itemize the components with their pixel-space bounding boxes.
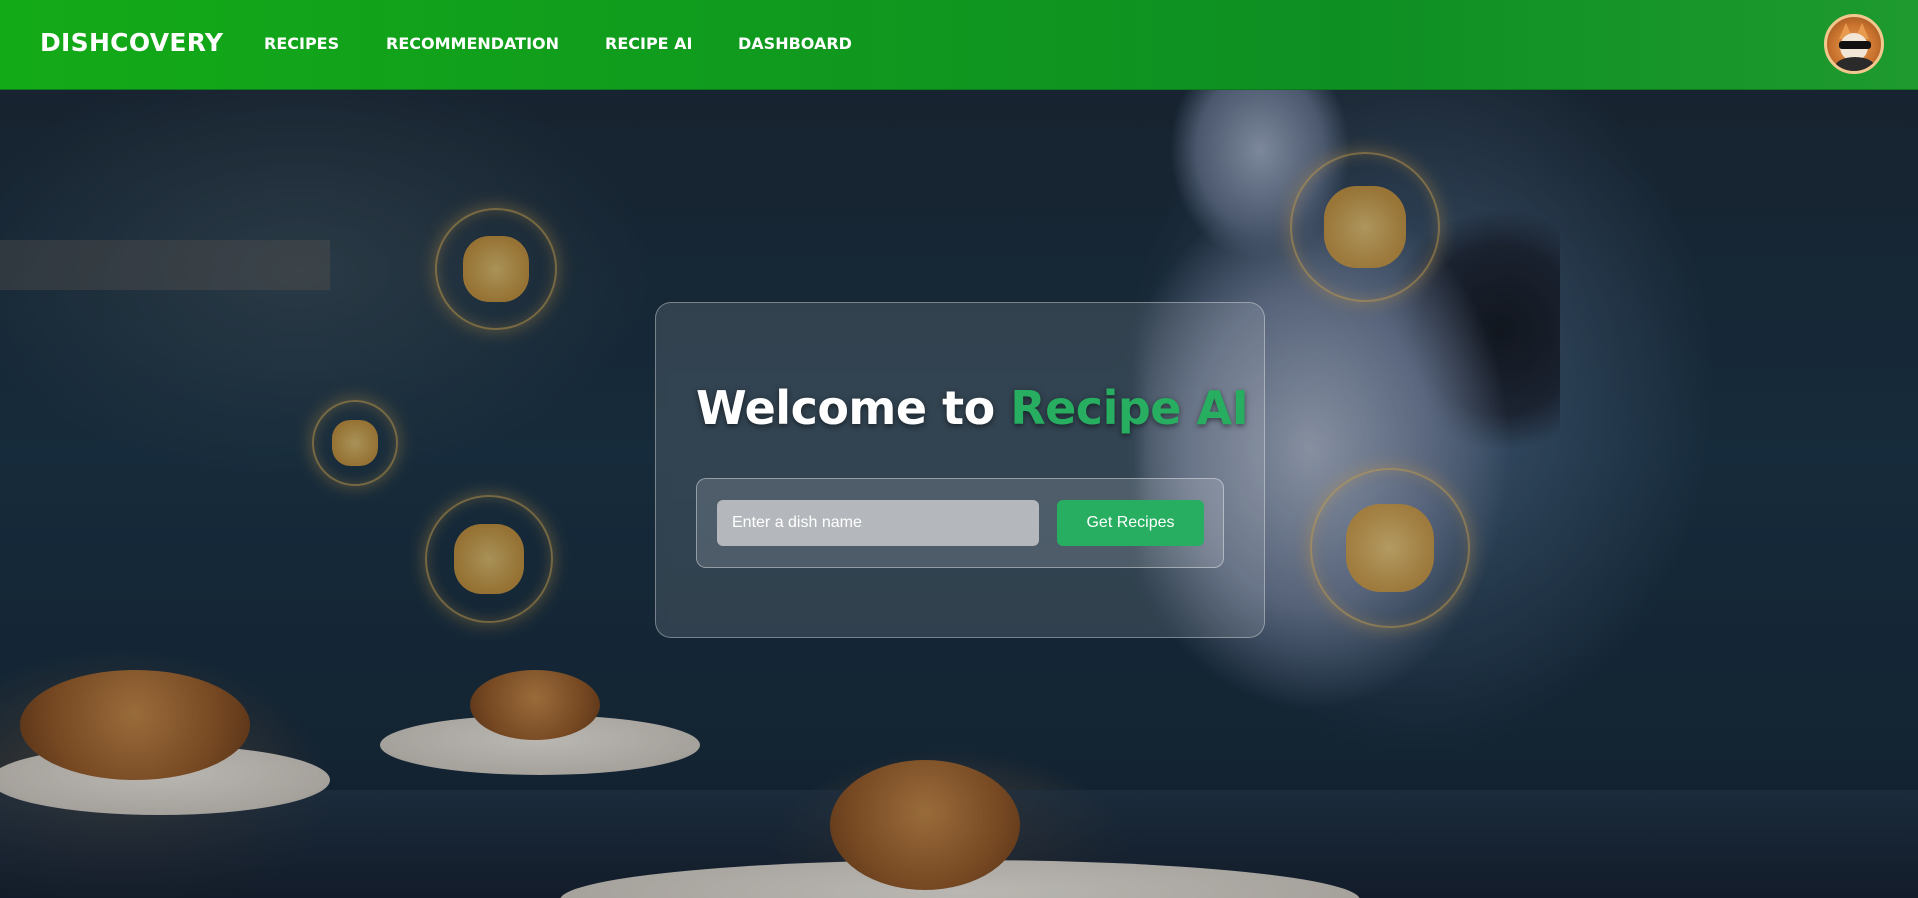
avatar-sunglasses — [1839, 41, 1871, 49]
get-recipes-button[interactable]: Get Recipes — [1057, 500, 1204, 546]
nav-recommendation[interactable]: RECOMMENDATION — [386, 34, 559, 53]
search-form: Get Recipes — [696, 478, 1224, 568]
avatar-body — [1835, 57, 1875, 71]
nav-dashboard[interactable]: DASHBOARD — [738, 34, 852, 53]
title-prefix: Welcome to — [696, 381, 995, 435]
nav-recipes[interactable]: RECIPES — [264, 34, 339, 53]
brand-logo[interactable]: DISHCOVERY — [40, 28, 223, 57]
recipe-ai-search-card: Welcome to Recipe AI Get Recipes — [655, 302, 1265, 638]
user-avatar-icon[interactable] — [1824, 14, 1884, 74]
page-title: Welcome to Recipe AI — [696, 381, 1249, 435]
title-accent: Recipe AI — [1010, 381, 1249, 435]
dish-name-input[interactable] — [717, 500, 1039, 546]
top-navbar: DISHCOVERY RECIPES RECOMMENDATION RECIPE… — [0, 0, 1918, 90]
nav-recipe-ai[interactable]: RECIPE AI — [605, 34, 693, 53]
